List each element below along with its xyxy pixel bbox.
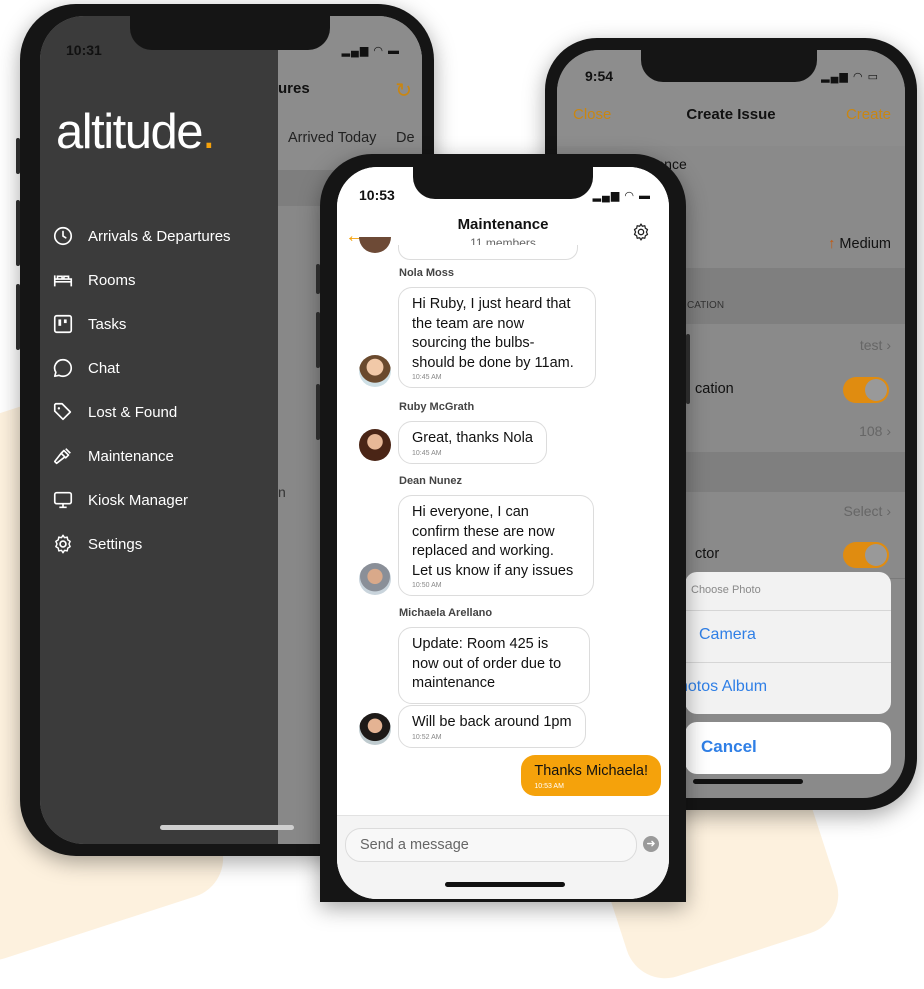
menu-item-tasks[interactable]: Tasks [52, 310, 126, 338]
section-label: CATION [687, 300, 725, 311]
menu-label: Settings [88, 535, 143, 553]
menu-label: Maintenance [88, 447, 174, 465]
notch [130, 16, 330, 50]
menu-item-lost-found[interactable]: Lost & Found [52, 398, 177, 426]
gear-icon [55, 534, 71, 554]
home-indicator [445, 882, 565, 887]
status-icons: ▂▄▆ ◠ ▬ [341, 45, 400, 57]
contractor-label: ctor [695, 546, 720, 562]
menu-item-maintenance[interactable]: Maintenance [52, 442, 174, 470]
chevron-right-icon: › [886, 423, 891, 439]
create-button[interactable]: Create [846, 106, 891, 123]
send-icon[interactable]: ➜ [643, 836, 659, 852]
message-time: 10:52 AM [412, 733, 442, 741]
message-sender: Dean Nunez [399, 475, 462, 487]
my-message-bubble: Thanks Michaela! 10:53 AM [521, 755, 661, 796]
action-sheet: Choose Photo Camera hotos Album [679, 572, 891, 714]
tag-icon [53, 402, 72, 421]
chevron-right-icon: › [886, 337, 891, 353]
message-input-placeholder: Send a message [360, 837, 469, 853]
message-sender: Ruby McGrath [399, 401, 475, 413]
camera-option[interactable]: Camera [699, 626, 756, 644]
composer-bar: Send a message ➜ [337, 815, 669, 899]
background-text: n [278, 484, 286, 500]
status-time: 10:31 [66, 42, 102, 58]
contractor-toggle[interactable] [843, 542, 889, 568]
location-toggle-label: cation [695, 381, 734, 397]
menu-label: Kiosk Manager [88, 491, 189, 509]
tab-arrived-today: Arrived Today [288, 130, 377, 146]
message-time: 10:45 AM [412, 449, 442, 457]
altitude-logo: altitude. [56, 105, 216, 159]
chat-title: Maintenance [457, 216, 549, 233]
avatar [359, 713, 391, 745]
notch [641, 50, 817, 82]
message-bubble: Update: Room 425 is now out of order due… [398, 627, 590, 704]
action-sheet-title: Choose Photo [691, 584, 761, 596]
status-icons: ▂▄▆ ◠ ▬ [592, 190, 651, 202]
message-bubble: Hi everyone, I can confirm these are now… [398, 495, 594, 596]
kanban-icon [53, 314, 73, 334]
chat-bubble-icon [53, 358, 72, 378]
menu-label: Arrivals & Departures [88, 227, 231, 245]
message-bubble: Will be back around 1pm 10:52 AM [398, 705, 586, 748]
avatar [359, 563, 391, 595]
avatar [359, 429, 391, 461]
location-value: test › [859, 337, 891, 353]
menu-label: Lost & Found [88, 403, 178, 421]
location-toggle[interactable] [843, 377, 889, 403]
phone-chat: 10:53 ▂▄▆ ◠ ▬ ← Maintenance 11 members N… [316, 154, 690, 902]
monitor-icon [53, 491, 73, 509]
message-input[interactable]: Send a message [345, 828, 637, 862]
menu-item-settings[interactable]: Settings [52, 530, 142, 558]
room-value: 108 › [859, 423, 891, 439]
notch [413, 167, 593, 199]
cancel-sheet-button[interactable]: Cancel [685, 722, 891, 774]
menu-label: Tasks [88, 315, 127, 333]
status-icons: ▂▄▆ ◠ ▭ [821, 71, 879, 83]
background-title: ures [278, 80, 310, 97]
message-time: 10:50 AM [412, 582, 442, 589]
status-time: 9:54 [585, 68, 614, 84]
gear-icon[interactable] [631, 222, 651, 242]
chevron-right-icon: › [886, 503, 891, 519]
home-indicator [160, 825, 294, 830]
refresh-icon: ↻ [395, 80, 412, 102]
side-drawer: altitude. Arrivals & Departures Rooms Ta… [40, 16, 278, 844]
select-value: Select › [843, 503, 891, 519]
menu-item-chat[interactable]: Chat [52, 354, 120, 382]
home-indicator [693, 779, 803, 784]
avatar [359, 355, 391, 387]
priority-value: ↑ Medium [828, 236, 891, 252]
menu-item-arrivals[interactable]: Arrivals & Departures [52, 222, 231, 250]
message-time: 10:45 AM [412, 374, 442, 381]
photos-album-option[interactable]: hotos Album [679, 678, 767, 696]
arrow-up-icon: ↑ [828, 236, 840, 252]
previous-message-bubble [398, 245, 578, 260]
message-bubble: Great, thanks Nola 10:45 AM [398, 421, 547, 464]
message-bubble: Hi Ruby, I just heard that the team are … [398, 287, 596, 388]
message-sender: Michaela Arellano [399, 607, 493, 619]
hammer-icon [53, 448, 71, 465]
menu-label: Chat [88, 359, 120, 377]
menu-item-kiosk[interactable]: Kiosk Manager [52, 486, 188, 514]
status-time: 10:53 [359, 187, 395, 203]
cancel-label: Cancel [701, 737, 757, 756]
bed-icon [53, 275, 73, 287]
tab-departures: De [396, 130, 415, 146]
menu-label: Rooms [88, 271, 136, 289]
clock-icon [53, 226, 73, 246]
menu-item-rooms[interactable]: Rooms [52, 266, 136, 294]
message-sender: Nola Moss [399, 267, 455, 279]
message-time: 10:53 AM [534, 782, 564, 790]
